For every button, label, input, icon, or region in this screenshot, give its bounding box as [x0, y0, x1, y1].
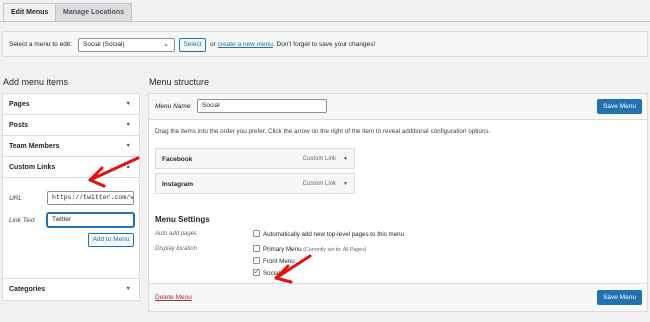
accordion-pages[interactable]: Pages ▼	[3, 94, 139, 115]
display-location-label: Display location	[155, 246, 198, 252]
menu-item-title: Instagram	[162, 181, 194, 188]
annotation-arrow-custom-links	[88, 156, 140, 188]
save-menu-button-top[interactable]: Save Menu	[597, 99, 642, 114]
menu-select-value: Social (Social)	[83, 41, 125, 48]
menu-header: Menu Name Social Save Menu	[149, 94, 647, 120]
menu-item-type: Custom Link	[302, 156, 336, 162]
caret-down-icon: ▼	[125, 286, 131, 292]
tab-divider	[0, 21, 650, 22]
add-menu-items-heading: Add menu items	[3, 77, 69, 87]
menu-structure-heading: Menu structure	[149, 77, 210, 87]
menu-item-type: Custom Link	[302, 181, 336, 187]
url-label: URL	[9, 195, 23, 202]
caret-down-icon: ▼	[125, 122, 131, 128]
accordion-categories[interactable]: Categories ▼	[3, 279, 139, 300]
menu-name-label: Menu Name	[155, 103, 191, 110]
menu-item-title: Facebook	[162, 156, 193, 163]
accordion-custom-links-label: Custom Links	[9, 164, 56, 171]
tab-manage-locations[interactable]: Manage Locations	[55, 3, 133, 21]
caret-down-icon: ▼	[125, 101, 131, 107]
select-bar-text: or create a new menu. Don't forget to sa…	[210, 41, 375, 48]
annotation-arrow-social	[274, 254, 312, 284]
caret-down-icon: ▼	[125, 143, 131, 149]
menu-item-instagram[interactable]: Instagram Custom Link ▼	[155, 173, 355, 194]
auto-add-option-text: Automatically add new top-level pages to…	[263, 231, 405, 238]
select-menu-label: Select a menu to edit:	[9, 41, 72, 48]
menu-item-facebook[interactable]: Facebook Custom Link ▼	[155, 148, 355, 169]
chevron-down-icon: ⌄	[163, 41, 169, 48]
select-button[interactable]: Select	[179, 38, 206, 52]
link-text-label: Link Text	[9, 217, 35, 224]
auto-add-label: Auto add pages	[155, 231, 198, 237]
accordion-categories-label: Categories	[9, 286, 46, 293]
delete-menu-link[interactable]: Delete Menu	[155, 294, 192, 301]
menu-footer: Delete Menu Save Menu	[149, 283, 647, 311]
accordion-team-members-label: Team Members	[9, 143, 60, 150]
create-new-menu-link[interactable]: create a new menu	[218, 41, 273, 48]
link-text-input[interactable]: Twitter	[47, 213, 134, 227]
tab-edit-menus[interactable]: Edit Menus	[3, 3, 57, 22]
menu-instructions: Drag the items into the order you prefer…	[155, 128, 491, 135]
accordion-posts[interactable]: Posts ▼	[3, 115, 139, 136]
menu-name-input[interactable]: Social	[197, 99, 327, 113]
add-to-menu-button[interactable]: Add to Menu	[88, 233, 134, 247]
save-menu-button-bottom[interactable]: Save Menu	[597, 290, 642, 305]
menu-settings-heading: Menu Settings	[155, 215, 210, 224]
accordion-posts-label: Posts	[9, 122, 29, 129]
caret-down-icon[interactable]: ▼	[343, 156, 348, 162]
menu-structure-panel: Menu Name Social Save Menu Drag the item…	[148, 93, 648, 312]
menu-select[interactable]: Social (Social) ⌄	[78, 38, 175, 52]
or-text: or	[210, 41, 216, 48]
accordion-pages-label: Pages	[9, 101, 30, 108]
save-reminder-text: . Don't forget to save your changes!	[272, 41, 376, 48]
menu-select-bar: Select a menu to edit: Social (Social) ⌄…	[2, 31, 648, 57]
auto-add-checkbox[interactable]	[253, 230, 260, 237]
add-menu-items-accordion: Pages ▼ Posts ▼ Team Members ▼ Custom Li…	[2, 93, 140, 301]
caret-down-icon[interactable]: ▼	[343, 181, 348, 187]
